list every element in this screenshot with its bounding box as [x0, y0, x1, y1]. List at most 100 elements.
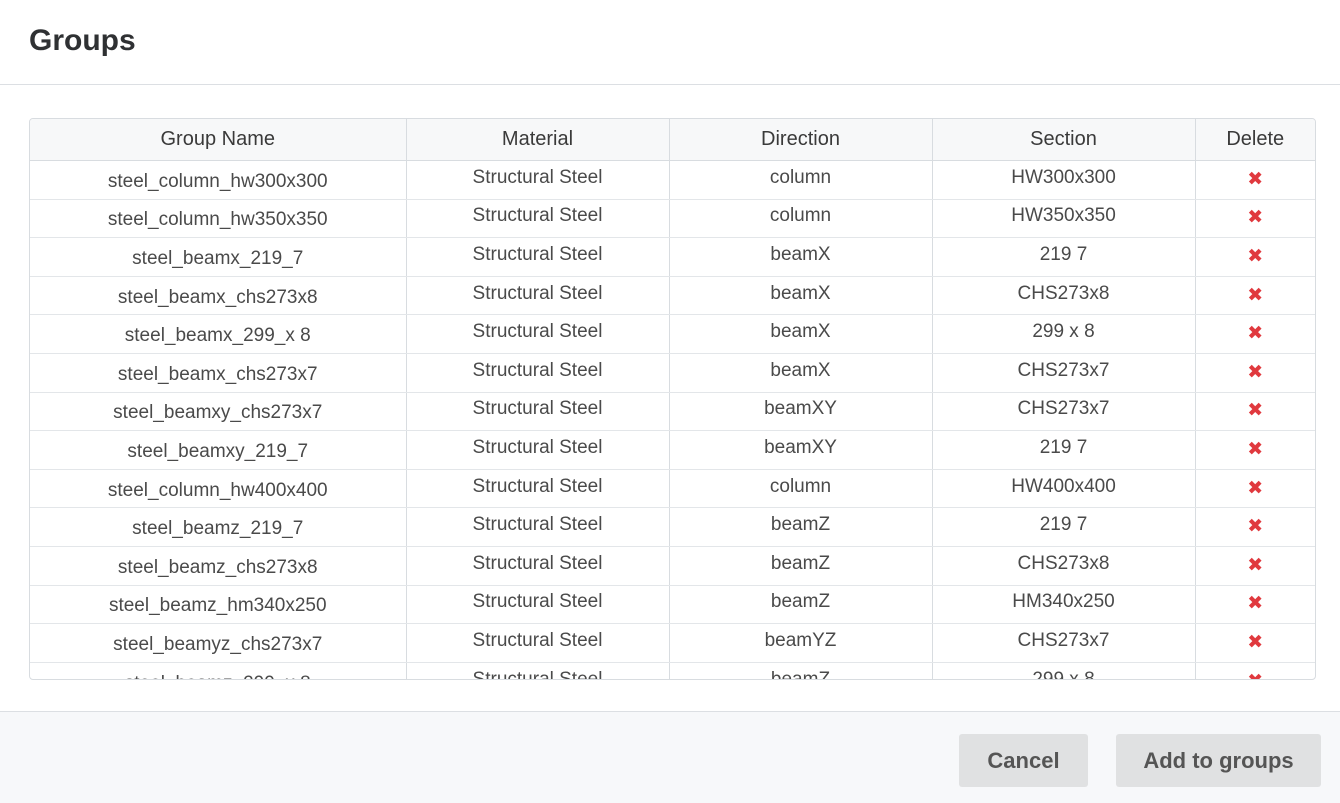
section-cell: HW300x300	[932, 160, 1196, 200]
direction-cell: beamZ	[669, 662, 933, 679]
material-cell: Structural Steel	[406, 276, 670, 316]
table-row: steel_beamz_219_7 Structural Steel beamZ 21…	[30, 507, 1315, 547]
delete-row-icon[interactable]: ✖	[1247, 247, 1263, 266]
table-row: steel_column_hw350x350 Structural Steel co…	[30, 199, 1315, 239]
material-cell: Structural Steel	[406, 623, 670, 663]
delete-cell: ✖	[1195, 276, 1315, 316]
section-cell: 219 7	[932, 430, 1196, 470]
material-cell: Structural Steel	[406, 430, 670, 470]
material-cell: Structural Steel	[406, 199, 670, 239]
section-cell: CHS273x7	[932, 392, 1196, 432]
delete-cell: ✖	[1195, 237, 1315, 277]
group-name-cell: steel_beamz_chs273x8	[30, 546, 407, 586]
delete-row-icon[interactable]: ✖	[1247, 440, 1263, 459]
table-row: steel_column_hw300x300 Structural Steel co…	[30, 160, 1315, 200]
section-cell: HW400x400	[932, 469, 1196, 509]
table-row: steel_beamxy_chs273x7 Structural Steel bea…	[30, 392, 1315, 432]
material-cell: Structural Steel	[406, 585, 670, 625]
delete-cell: ✖	[1195, 392, 1315, 432]
direction-cell: column	[669, 469, 933, 509]
material-cell: Structural Steel	[406, 507, 670, 547]
table-body: steel_column_hw300x300 Structural Steel co…	[30, 160, 1315, 679]
dialog-title: Groups	[29, 24, 136, 57]
group-name-cell: steel_beamx_chs273x8	[30, 276, 407, 316]
delete-row-icon[interactable]: ✖	[1247, 672, 1263, 679]
direction-cell: column	[669, 160, 933, 200]
table-row: steel_column_hw400x400 Structural Steel co…	[30, 469, 1315, 509]
table-header-row: Group Name Material Direction Section De…	[30, 119, 1315, 161]
table-row: steel_beamx_chs273x7 Structural Steel beam…	[30, 353, 1315, 393]
add-to-groups-button[interactable]: Add to groups	[1116, 734, 1321, 787]
section-cell: CHS273x8	[932, 546, 1196, 586]
group-name-cell: steel_beamyz_chs273x7	[30, 623, 407, 663]
table-row: steel_beamxy_219_7 Structural Steel beamXY…	[30, 430, 1315, 470]
direction-cell: beamXY	[669, 392, 933, 432]
table-row: steel_beamx_219_7 Structural Steel beamX 21…	[30, 237, 1315, 277]
delete-row-icon[interactable]: ✖	[1247, 286, 1263, 305]
groups-dialog: Groups Group Name Material Direction Sec	[0, 0, 1340, 803]
direction-cell: beamZ	[669, 546, 933, 586]
group-name-cell: steel_beamz_299_x 8	[30, 662, 407, 679]
delete-row-icon[interactable]: ✖	[1247, 479, 1263, 498]
delete-cell: ✖	[1195, 353, 1315, 393]
section-cell: CHS273x7	[932, 353, 1196, 393]
delete-cell: ✖	[1195, 314, 1315, 354]
delete-cell: ✖	[1195, 507, 1315, 547]
direction-cell: beamX	[669, 314, 933, 354]
column-header-delete: Delete	[1195, 119, 1315, 161]
delete-cell: ✖	[1195, 623, 1315, 663]
delete-row-icon[interactable]: ✖	[1247, 556, 1263, 575]
material-cell: Structural Steel	[406, 314, 670, 354]
column-header-direction: Direction	[669, 119, 933, 161]
table-row: steel_beamz_hm340x250 Structural Steel bea…	[30, 585, 1315, 625]
group-name-cell: steel_beamx_chs273x7	[30, 353, 407, 393]
delete-cell: ✖	[1195, 160, 1315, 200]
dialog-body: Group Name Material Direction Section De…	[0, 86, 1340, 711]
direction-cell: beamX	[669, 353, 933, 393]
delete-row-icon[interactable]: ✖	[1247, 633, 1263, 652]
delete-row-icon[interactable]: ✖	[1247, 170, 1263, 189]
section-cell: CHS273x8	[932, 276, 1196, 316]
delete-cell: ✖	[1195, 546, 1315, 586]
delete-row-icon[interactable]: ✖	[1247, 208, 1263, 227]
group-name-cell: steel_beamx_299_x 8	[30, 314, 407, 354]
cancel-button[interactable]: Cancel	[959, 734, 1088, 787]
material-cell: Structural Steel	[406, 662, 670, 679]
column-header-section: Section	[932, 119, 1196, 161]
material-cell: Structural Steel	[406, 392, 670, 432]
section-cell: HM340x250	[932, 585, 1196, 625]
column-header-group-name: Group Name	[30, 119, 407, 161]
direction-cell: beamX	[669, 237, 933, 277]
direction-cell: beamX	[669, 276, 933, 316]
delete-cell: ✖	[1195, 662, 1315, 679]
section-cell: HW350x350	[932, 199, 1196, 239]
groups-table: Group Name Material Direction Section De…	[30, 119, 1315, 679]
group-name-cell: steel_beamz_hm340x250	[30, 585, 407, 625]
group-name-cell: steel_column_hw400x400	[30, 469, 407, 509]
groups-table-container: Group Name Material Direction Section De…	[29, 118, 1316, 680]
column-header-material: Material	[406, 119, 670, 161]
material-cell: Structural Steel	[406, 237, 670, 277]
group-name-cell: steel_beamx_219_7	[30, 237, 407, 277]
delete-row-icon[interactable]: ✖	[1247, 324, 1263, 343]
delete-cell: ✖	[1195, 199, 1315, 239]
group-name-cell: steel_column_hw300x300	[30, 160, 407, 200]
material-cell: Structural Steel	[406, 546, 670, 586]
section-cell: 299 x 8	[932, 314, 1196, 354]
material-cell: Structural Steel	[406, 353, 670, 393]
table-row: steel_beamx_chs273x8 Structural Steel beam…	[30, 276, 1315, 316]
delete-row-icon[interactable]: ✖	[1247, 517, 1263, 536]
direction-cell: beamZ	[669, 507, 933, 547]
section-cell: 299 x 8	[932, 662, 1196, 679]
dialog-footer: Cancel Add to groups	[0, 711, 1340, 803]
group-name-cell: steel_beamxy_219_7	[30, 430, 407, 470]
direction-cell: column	[669, 199, 933, 239]
table-row: steel_beamz_chs273x8 Structural Steel beam…	[30, 546, 1315, 586]
delete-row-icon[interactable]: ✖	[1247, 363, 1263, 382]
delete-row-icon[interactable]: ✖	[1247, 401, 1263, 420]
table-row: steel_beamyz_chs273x7 Structural Steel bea…	[30, 623, 1315, 663]
direction-cell: beamXY	[669, 430, 933, 470]
section-cell: 219 7	[932, 507, 1196, 547]
delete-row-icon[interactable]: ✖	[1247, 594, 1263, 613]
direction-cell: beamYZ	[669, 623, 933, 663]
